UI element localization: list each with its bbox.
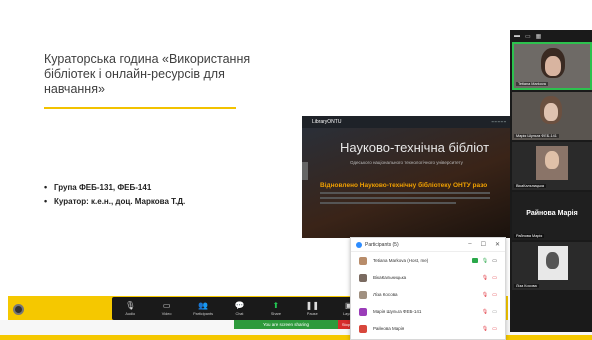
close-icon[interactable]: ✕ <box>495 241 500 248</box>
participants-button[interactable]: 👥 Participants <box>185 297 221 320</box>
participant-big-name: Райнова Марія <box>526 210 578 217</box>
video-camera-icon: ▭ <box>492 308 497 315</box>
avatar <box>359 307 367 316</box>
slide-title: Кураторська година «Використання бібліот… <box>44 52 251 96</box>
pause-icon: ❚❚ <box>305 301 320 310</box>
screen-share-icon <box>471 257 478 263</box>
avatar <box>359 256 367 265</box>
video-tile-name: Ліза Косова <box>514 284 539 288</box>
library-text-lines <box>320 192 490 207</box>
window-controls: – ☐ ✕ <box>468 241 500 248</box>
avatar <box>359 290 367 299</box>
video-tile-name: Райнова Марія <box>514 234 545 238</box>
zoom-screen-share: Кураторська година «Використання бібліот… <box>0 0 592 340</box>
bullet-curator: Куратор: к.е.н., доц. Маркова Т.Д. <box>44 196 185 206</box>
microphone-icon: 🎙 <box>125 301 136 310</box>
participant-name: Райнова Марія <box>373 326 405 331</box>
video-tile[interactable]: Райнова Марія Райнова Марія <box>512 192 592 240</box>
video-panel-controls: ▬ ▭ ▦ <box>510 30 592 42</box>
minimize-icon[interactable]: – <box>468 241 471 248</box>
library-subheading: Одеського національного технологічного у… <box>350 160 463 165</box>
video-tile[interactable]: ВікаКальницька <box>512 142 592 190</box>
video-off-icon: ▭ <box>492 274 497 281</box>
mic-muted-icon: 🎙 <box>481 291 489 298</box>
library-logo: LibraryONTU <box>312 119 342 125</box>
participant-name: Марія Шульга ФЕБ-141 <box>373 309 422 314</box>
avatar <box>359 273 367 282</box>
gallery-view-icon[interactable]: ▦ <box>536 33 542 40</box>
video-off-icon: ▭ <box>492 291 497 298</box>
library-heading: Науково-технічна бібліот <box>340 140 490 155</box>
video-panel: ▬ ▭ ▦ Tetiana Markova Марія Шульга ФЕБ-1… <box>510 30 592 332</box>
avatar <box>359 324 367 333</box>
share-icon: ⬆ <box>272 301 280 310</box>
participant-row[interactable]: Tetiana Markova (Host, me) 🎙 ▭ <box>351 252 505 269</box>
chat-button[interactable]: 💬 Chat <box>221 297 257 320</box>
library-banner: Відновлено Науково-технічну бібліотеку О… <box>320 182 488 189</box>
participant-name: Ліза Косова <box>373 292 398 297</box>
maximize-icon[interactable]: ☐ <box>481 241 486 248</box>
video-off-icon: ▭ <box>492 325 497 332</box>
video-tile-name: Tetiana Markova <box>516 82 548 86</box>
mic-muted-icon: 🎙 <box>481 274 489 281</box>
share-button[interactable]: ⬆ Share <box>258 297 294 320</box>
mic-muted-icon: 🎙 <box>481 308 489 315</box>
meeting-toolbar: 🎙 Audio ▭ Video 👥 Participants 💬 Chat ⬆ … <box>112 297 367 320</box>
pause-button[interactable]: ❚❚ Pause <box>294 297 330 320</box>
video-tile-name: Марія Шульга ФЕБ-141 <box>514 134 559 138</box>
participants-icon: 👥 <box>198 301 209 310</box>
video-tile[interactable]: Ліза Косова <box>512 242 592 290</box>
slider-arrow-icon <box>302 162 308 180</box>
participants-title: Participants (5) <box>365 241 399 248</box>
title-underline <box>44 107 236 109</box>
library-website-image: LibraryONTU ━ ━ ━ ━ ━ Науково-технічна б… <box>302 116 512 238</box>
participants-window: Participants (5) – ☐ ✕ Tetiana Markova (… <box>350 237 506 340</box>
video-camera-icon: ▭ <box>492 257 497 264</box>
library-menu: ━ ━ ━ ━ ━ <box>491 120 506 124</box>
audio-button[interactable]: 🎙 Audio <box>112 297 148 320</box>
record-circle-icon[interactable] <box>13 304 24 315</box>
participant-face <box>545 56 561 76</box>
bullet-group: Група ФЕБ-131, ФЕБ-141 <box>44 182 185 192</box>
participant-row[interactable]: Марія Шульга ФЕБ-141 🎙 ▭ <box>351 303 505 320</box>
library-hero: Науково-технічна бібліот Одеського націо… <box>302 128 512 238</box>
participant-face <box>546 252 559 269</box>
participant-name: ВікаКальницька <box>373 275 407 280</box>
participants-header: Participants (5) – ☐ ✕ <box>351 238 505 252</box>
participant-name: Tetiana Markova (Host, me) <box>373 258 429 263</box>
speaker-view-icon[interactable]: ▭ <box>525 33 531 40</box>
participant-row[interactable]: Ліза Косова 🎙 ▭ <box>351 286 505 303</box>
microphone-icon: 🎙 <box>481 257 489 264</box>
zoom-icon <box>356 241 362 248</box>
slide-bullets: Група ФЕБ-131, ФЕБ-141 Куратор: к.е.н., … <box>44 182 185 211</box>
participant-face <box>544 103 558 121</box>
participant-face <box>545 151 559 169</box>
participant-row[interactable]: Райнова Марія 🎙 ▭ <box>351 320 505 337</box>
video-tile-name: ВікаКальницька <box>514 184 546 188</box>
minimize-icon[interactable]: ▬ <box>514 33 520 39</box>
library-nav-bar: LibraryONTU ━ ━ ━ ━ ━ <box>302 116 512 128</box>
video-button[interactable]: ▭ Video <box>148 297 184 320</box>
video-camera-icon: ▭ <box>162 301 171 310</box>
screen-sharing-indicator: You are screen sharing <box>234 320 338 329</box>
mic-muted-icon: 🎙 <box>481 325 489 332</box>
video-tile[interactable]: Tetiana Markova <box>512 42 592 90</box>
participant-row[interactable]: ВікаКальницька 🎙 ▭ <box>351 269 505 286</box>
chat-icon: 💬 <box>234 301 245 310</box>
video-tile[interactable]: Марія Шульга ФЕБ-141 <box>512 92 592 140</box>
